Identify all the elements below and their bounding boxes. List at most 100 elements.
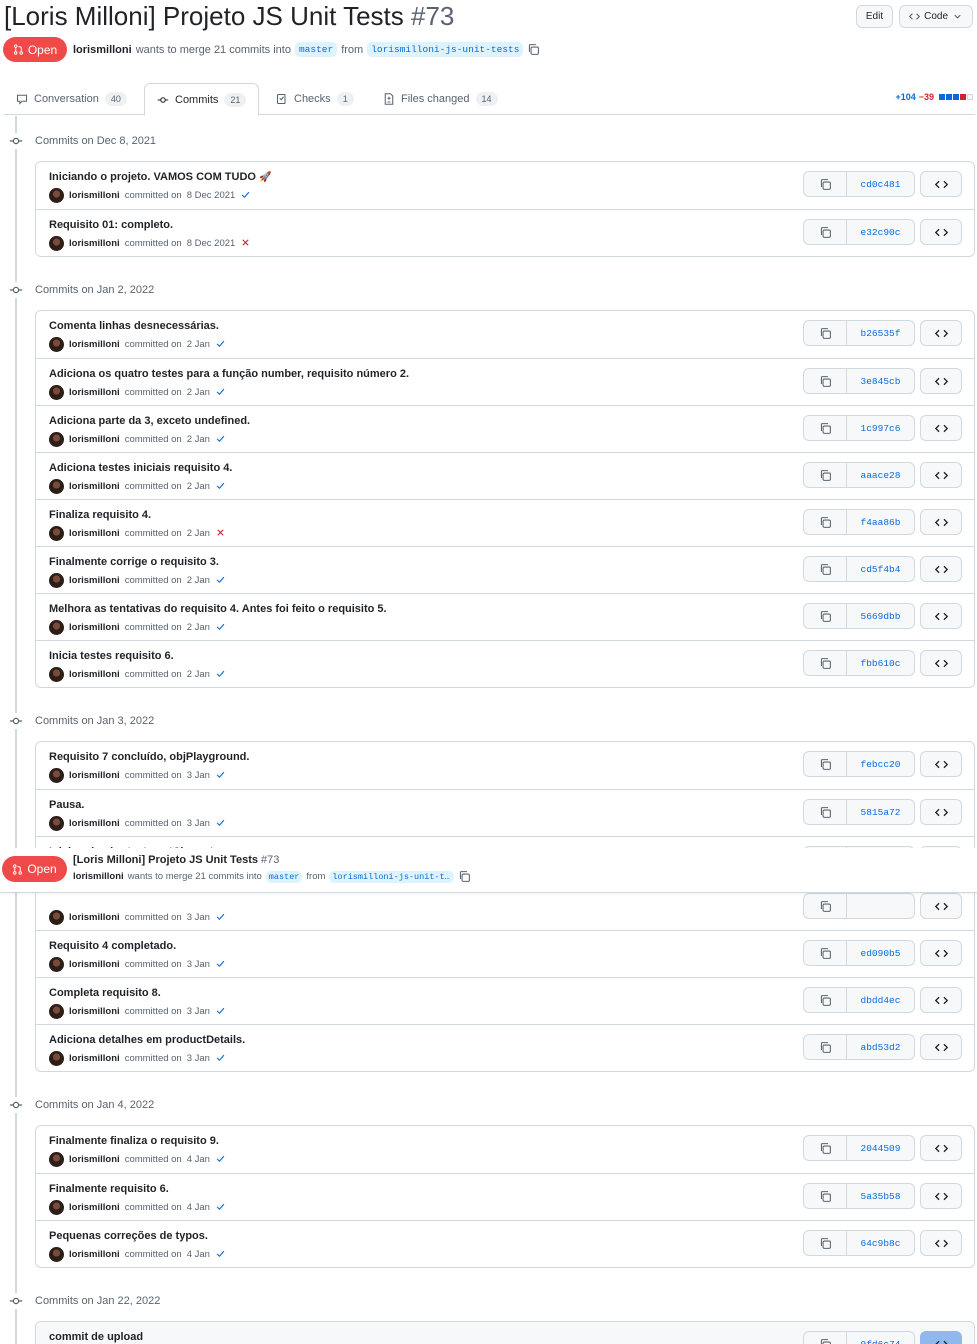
commit-date[interactable]: 2 Jan xyxy=(187,339,210,350)
commit-author[interactable]: lorismilloni xyxy=(69,959,120,970)
check-icon[interactable] xyxy=(215,958,226,972)
author-link[interactable]: lorismilloni xyxy=(73,44,132,56)
avatar[interactable] xyxy=(49,385,64,400)
copy-sha-button[interactable] xyxy=(803,556,847,582)
head-branch[interactable]: lorismilloni-js-unit-tests xyxy=(367,42,524,57)
commit-author[interactable]: lorismilloni xyxy=(69,770,120,781)
browse-repo-button[interactable] xyxy=(920,171,962,197)
commit-message[interactable]: commit de upload xyxy=(49,1331,143,1343)
browse-repo-button[interactable] xyxy=(920,556,962,582)
x-icon[interactable] xyxy=(240,237,251,251)
commit-sha-link[interactable]: cd5f4b4 xyxy=(847,556,915,582)
browse-repo-button[interactable] xyxy=(920,987,962,1013)
commit-author[interactable]: lorismilloni xyxy=(69,818,120,829)
check-icon[interactable] xyxy=(215,1153,226,1167)
browse-repo-button[interactable] xyxy=(920,940,962,966)
avatar[interactable] xyxy=(49,337,64,352)
browse-repo-button[interactable] xyxy=(920,320,962,346)
commit-author[interactable]: lorismilloni xyxy=(69,1154,120,1165)
commit-message[interactable]: Pequenas correções de typos. xyxy=(49,1230,208,1242)
commit-author[interactable]: lorismilloni xyxy=(69,339,120,350)
commit-author[interactable]: lorismilloni xyxy=(69,912,120,923)
browse-repo-button[interactable] xyxy=(920,462,962,488)
browse-repo-button[interactable] xyxy=(920,1331,962,1344)
check-icon[interactable] xyxy=(215,1052,226,1066)
commit-sha-link[interactable]: 5a35b58 xyxy=(847,1183,915,1209)
browse-repo-button[interactable] xyxy=(920,219,962,245)
browse-repo-button[interactable] xyxy=(920,1183,962,1209)
avatar[interactable] xyxy=(49,1152,64,1167)
commit-message[interactable]: Adiciona detalhes em productDetails. xyxy=(49,1034,245,1046)
check-icon[interactable] xyxy=(215,668,226,682)
commit-sha-link[interactable]: abd53d2 xyxy=(847,1034,915,1060)
check-icon[interactable] xyxy=(215,769,226,783)
avatar[interactable] xyxy=(49,1004,64,1019)
avatar[interactable] xyxy=(49,188,64,203)
commit-sha-link[interactable]: 5669dbb xyxy=(847,603,915,629)
copy-sha-button[interactable] xyxy=(803,751,847,777)
copy-sha-button[interactable] xyxy=(803,1183,847,1209)
tab-conversation[interactable]: Conversation 40 xyxy=(4,83,139,115)
check-icon[interactable] xyxy=(215,338,226,352)
copy-sha-button[interactable] xyxy=(803,219,847,245)
commit-sha-link[interactable]: e32c90c xyxy=(847,219,915,245)
copy-sha-button[interactable] xyxy=(803,462,847,488)
commit-author[interactable]: lorismilloni xyxy=(69,238,120,249)
browse-repo-button[interactable] xyxy=(920,650,962,676)
commit-date[interactable]: 3 Jan xyxy=(187,959,210,970)
check-icon[interactable] xyxy=(215,1248,226,1262)
commit-date[interactable]: 2 Jan xyxy=(187,669,210,680)
commit-message[interactable]: Completa requisito 8. xyxy=(49,987,161,999)
avatar[interactable] xyxy=(49,1247,64,1262)
base-branch[interactable]: master xyxy=(294,42,338,57)
commit-author[interactable]: lorismilloni xyxy=(69,528,120,539)
code-button[interactable]: Code xyxy=(899,5,973,28)
commit-date[interactable]: 2 Jan xyxy=(187,622,210,633)
avatar[interactable] xyxy=(49,479,64,494)
copy-sha-button[interactable] xyxy=(803,799,847,825)
commit-author[interactable]: lorismilloni xyxy=(69,669,120,680)
avatar[interactable] xyxy=(49,667,64,682)
copy-icon[interactable] xyxy=(527,43,540,56)
commit-date[interactable]: 3 Jan xyxy=(187,1006,210,1017)
commit-sha-link[interactable]: f4aa86b xyxy=(847,509,915,535)
copy-sha-button[interactable] xyxy=(803,509,847,535)
copy-sha-button[interactable] xyxy=(803,1034,847,1060)
browse-repo-button[interactable] xyxy=(920,509,962,535)
avatar[interactable] xyxy=(49,526,64,541)
commit-sha-link[interactable]: dbdd4ec xyxy=(847,987,915,1013)
commit-message[interactable]: Adiciona os quatro testes para a função … xyxy=(49,368,409,380)
tab-commits[interactable]: Commits 21 xyxy=(144,83,260,116)
base-branch[interactable]: master xyxy=(265,870,303,883)
browse-repo-button[interactable] xyxy=(920,751,962,777)
commit-message[interactable]: Adiciona parte da 3, exceto undefined. xyxy=(49,415,250,427)
browse-repo-button[interactable] xyxy=(920,603,962,629)
commit-date[interactable]: 2 Jan xyxy=(187,528,210,539)
commit-author[interactable]: lorismilloni xyxy=(69,434,120,445)
copy-sha-button[interactable] xyxy=(803,368,847,394)
check-icon[interactable] xyxy=(215,1005,226,1019)
commit-sha-link[interactable]: febcc20 xyxy=(847,751,915,777)
commit-date[interactable]: 2 Jan xyxy=(187,387,210,398)
commit-date[interactable]: 2 Jan xyxy=(187,575,210,586)
browse-repo-button[interactable] xyxy=(920,799,962,825)
commit-date[interactable]: 8 Dec 2021 xyxy=(187,190,236,201)
copy-sha-button[interactable] xyxy=(803,171,847,197)
browse-repo-button[interactable] xyxy=(920,1230,962,1256)
check-icon[interactable] xyxy=(215,386,226,400)
browse-repo-button[interactable] xyxy=(920,1135,962,1161)
avatar[interactable] xyxy=(49,620,64,635)
commit-message[interactable]: Inicia testes requisito 6. xyxy=(49,650,174,662)
commit-sha-link[interactable]: fbb610c xyxy=(847,650,915,676)
commit-message[interactable]: Pausa. xyxy=(49,799,84,811)
commit-author[interactable]: lorismilloni xyxy=(69,481,120,492)
check-icon[interactable] xyxy=(215,911,226,925)
browse-repo-button[interactable] xyxy=(920,368,962,394)
check-icon[interactable] xyxy=(215,574,226,588)
commit-date[interactable]: 3 Jan xyxy=(187,1053,210,1064)
check-icon[interactable] xyxy=(215,621,226,635)
commit-author[interactable]: lorismilloni xyxy=(69,1249,120,1260)
commit-author[interactable]: lorismilloni xyxy=(69,1202,120,1213)
commit-message[interactable]: Requisito 7 concluído, objPlayground. xyxy=(49,751,249,763)
commit-sha-link[interactable]: 5815a72 xyxy=(847,799,915,825)
